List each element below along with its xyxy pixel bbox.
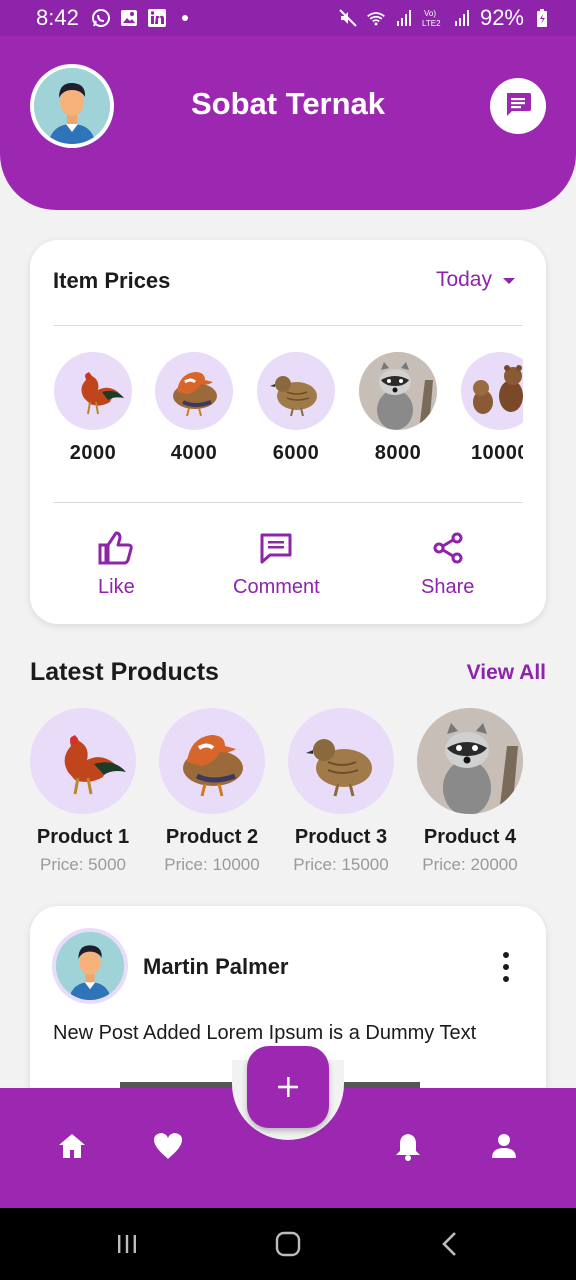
home-icon — [57, 1132, 87, 1165]
divider — [53, 502, 523, 503]
price-item[interactable]: 6000 — [256, 352, 336, 465]
price-item[interactable]: 8000 — [358, 352, 438, 465]
signal-icon-2 — [452, 8, 472, 28]
avatar-icon — [56, 932, 124, 1000]
chat-icon — [504, 90, 532, 123]
bell-icon — [394, 1131, 422, 1166]
price-value: 8000 — [374, 442, 422, 464]
price-item[interactable]: 4000 — [154, 352, 234, 465]
price-value: 4000 — [170, 442, 218, 464]
post-avatar[interactable] — [52, 928, 128, 1004]
price-value: 10000 — [470, 442, 523, 464]
like-label: Like — [98, 576, 135, 598]
product-price: Price: 5000 — [40, 855, 126, 874]
duck-icon — [155, 352, 233, 430]
caret-down-icon — [502, 268, 516, 292]
product-price: Price: 20000 — [422, 855, 518, 874]
product-card[interactable]: Product 2 Price: 10000 — [152, 708, 272, 875]
bears-icon — [461, 352, 523, 430]
status-left: 8:42 — [36, 5, 195, 31]
volte-icon: Vo) LTE2 — [422, 8, 444, 28]
heart-icon — [152, 1132, 184, 1165]
rooster-icon — [54, 352, 132, 430]
svg-text:LTE2: LTE2 — [422, 19, 441, 28]
wifi-icon — [366, 8, 386, 28]
product-card[interactable]: Product 1 Price: 5000 — [23, 708, 143, 875]
system-nav-bar — [0, 1208, 576, 1280]
status-bar: 8:42 Vo) LTE2 92% — [0, 0, 576, 36]
duck-icon — [159, 708, 265, 814]
svg-text:Vo): Vo) — [424, 9, 436, 18]
product-card[interactable]: Product 3 Price: 15000 — [281, 708, 401, 875]
product-price: Price: 10000 — [164, 855, 260, 874]
product-card[interactable]: Product 4 Price: 20000 — [410, 708, 530, 875]
post-text: New Post Added Lorem Ipsum is a Dummy Te… — [53, 1022, 477, 1044]
price-value: 2000 — [69, 442, 117, 464]
back-icon[interactable] — [430, 1228, 470, 1260]
latest-products-title: Latest Products — [30, 658, 219, 686]
thumbs-up-icon — [98, 530, 134, 566]
gallery-icon — [119, 8, 139, 28]
whatsapp-icon — [91, 8, 111, 28]
divider — [53, 325, 523, 326]
price-item[interactable]: 2000 — [53, 352, 133, 465]
dot-icon — [175, 8, 195, 28]
comment-icon — [259, 530, 293, 566]
action-row: Like Comment Share — [30, 530, 546, 600]
add-button[interactable] — [247, 1046, 329, 1128]
status-time: 8:42 — [36, 5, 79, 30]
home-system-icon[interactable] — [268, 1228, 308, 1260]
item-prices-card: Item Prices Today 2000 4000 6000 8000 10… — [30, 240, 546, 624]
share-button[interactable]: Share — [421, 530, 474, 599]
comment-button[interactable]: Comment — [233, 530, 320, 599]
battery-percent: 92% — [479, 5, 524, 30]
view-all-link[interactable]: View All — [467, 661, 546, 685]
share-icon — [432, 530, 464, 566]
like-button[interactable]: Like — [98, 530, 135, 599]
nav-profile[interactable] — [484, 1130, 524, 1166]
product-name: Product 2 — [165, 826, 259, 848]
signal-icon — [394, 8, 414, 28]
product-name: Product 1 — [36, 826, 130, 848]
raccoon-icon — [359, 352, 437, 430]
mute-icon — [338, 8, 358, 28]
comment-label: Comment — [233, 576, 320, 598]
nav-favorites[interactable] — [148, 1130, 188, 1166]
product-name: Product 3 — [294, 826, 388, 848]
raccoon-icon — [417, 708, 523, 814]
period-dropdown[interactable]: Today — [436, 268, 516, 292]
battery-icon — [532, 8, 552, 28]
nav-notifications[interactable] — [388, 1130, 428, 1166]
price-strip[interactable]: 2000 4000 6000 8000 10000 — [53, 352, 523, 472]
product-price: Price: 15000 — [293, 855, 389, 874]
status-right: Vo) LTE2 92% — [338, 5, 552, 31]
price-item[interactable]: 10000 — [460, 352, 523, 465]
rooster-icon — [30, 708, 136, 814]
period-label: Today — [435, 268, 492, 291]
linkedin-icon — [147, 8, 167, 28]
quail-icon — [257, 352, 335, 430]
nav-home[interactable] — [52, 1130, 92, 1166]
post-author: Martin Palmer — [143, 954, 289, 979]
share-label: Share — [421, 576, 475, 598]
profile-icon — [490, 1132, 518, 1165]
app-header: Sobat Ternak — [0, 36, 576, 210]
price-value: 6000 — [272, 442, 320, 464]
quail-icon — [288, 708, 394, 814]
more-vertical-icon[interactable] — [496, 952, 516, 982]
item-prices-title: Item Prices — [53, 268, 171, 293]
product-name: Product 4 — [423, 826, 517, 848]
add-icon — [276, 1066, 300, 1108]
recent-apps-icon[interactable] — [107, 1228, 147, 1260]
chat-button[interactable] — [490, 78, 546, 134]
